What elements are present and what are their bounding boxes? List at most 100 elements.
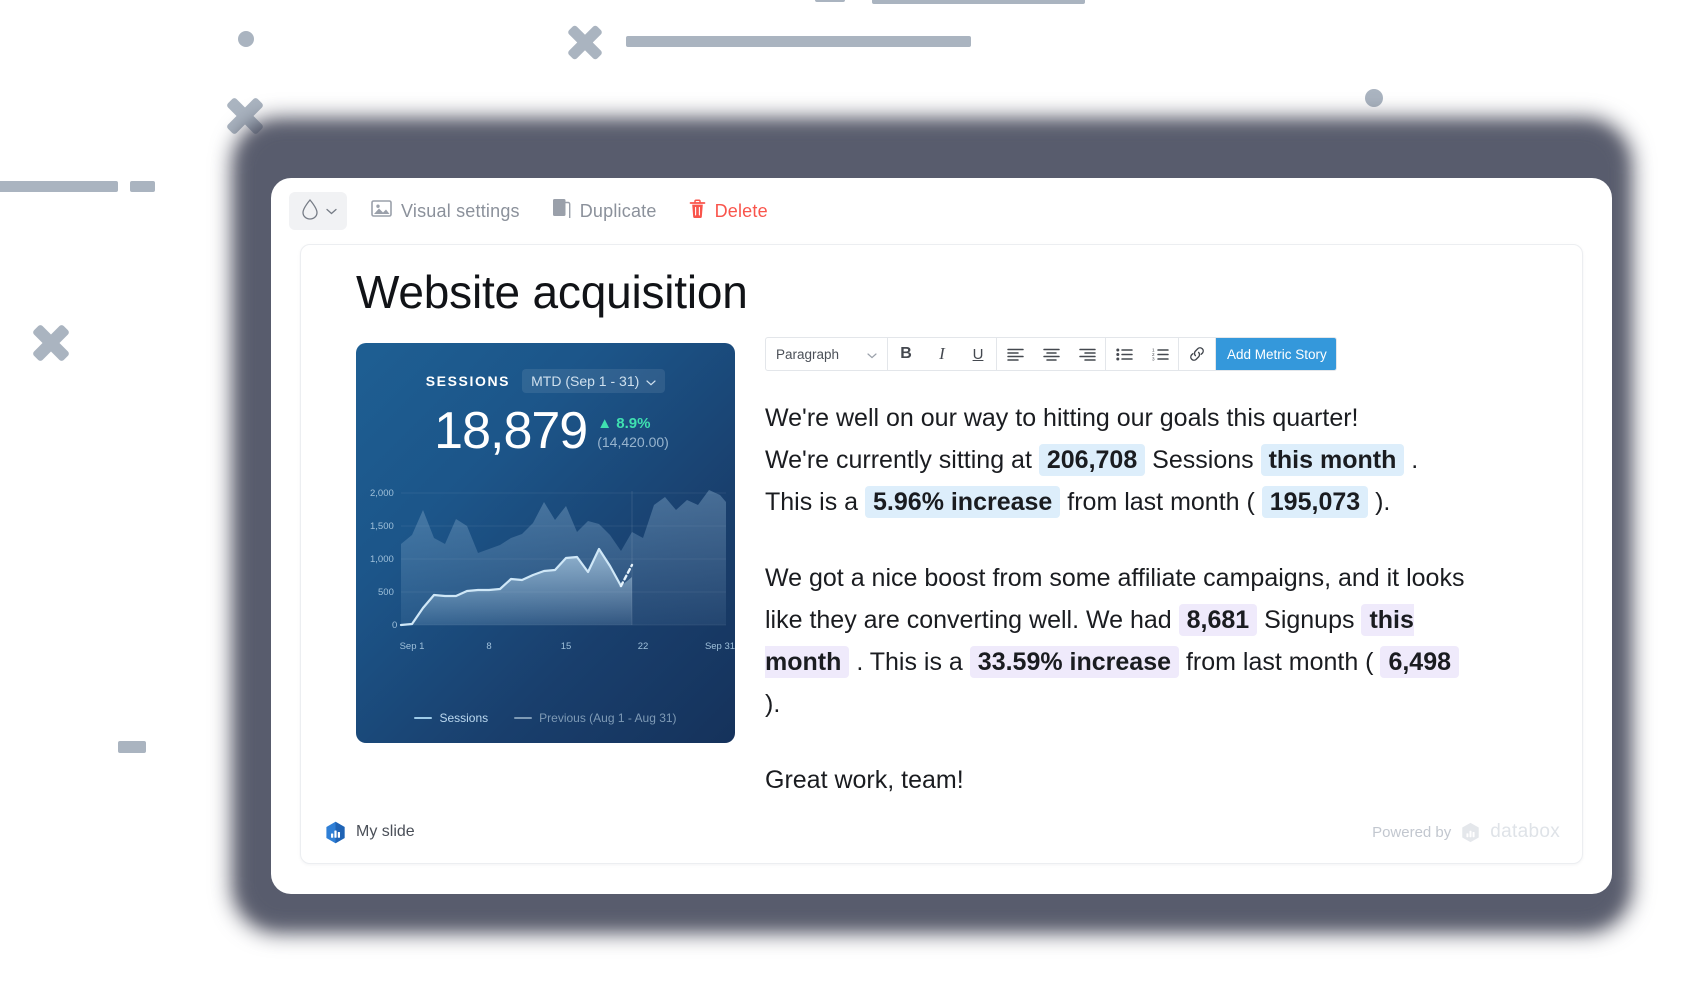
paragraph-3: Great work, team! — [765, 759, 1465, 801]
link-icon[interactable] — [1179, 338, 1215, 370]
delete-button[interactable]: Delete — [689, 198, 768, 224]
svg-text:3: 3 — [1152, 356, 1155, 360]
toolbar-group-lists: 123 — [1106, 338, 1179, 370]
metric-token-signups-total[interactable]: 8,681 — [1178, 604, 1258, 636]
legend-swatch — [414, 716, 433, 720]
legend-item-previous: Previous (Aug 1 - Aug 31) — [514, 711, 677, 725]
decorative-bar-5 — [130, 181, 155, 192]
chevron-down-icon — [646, 373, 656, 389]
decorative-bar-2 — [815, 0, 845, 2]
image-icon — [371, 199, 392, 223]
chevron-down-icon — [867, 347, 877, 362]
add-metric-story-label: Add Metric Story — [1227, 346, 1327, 362]
numbered-list-icon[interactable]: 123 — [1142, 338, 1178, 370]
decorative-bar-4 — [0, 181, 118, 192]
p2-text-d: from last month ( — [1179, 648, 1381, 676]
metric-token-increase-1[interactable]: 5.96% increase — [865, 486, 1061, 518]
p1-text-a: We're currently sitting at — [765, 446, 1039, 474]
duplicate-button[interactable]: Duplicate — [552, 198, 657, 224]
paragraph-1: We're well on our way to hitting our goa… — [765, 397, 1465, 523]
editor-panel: Visual settings Duplicate Delete Website… — [271, 178, 1612, 894]
p1-text-b: Sessions — [1145, 446, 1261, 474]
metric-token-last-month-2[interactable]: 6,498 — [1380, 646, 1460, 678]
duplicate-label: Duplicate — [579, 200, 657, 221]
decorative-cross-1 — [565, 22, 605, 62]
slide-title: Website acquisition — [356, 266, 748, 318]
metric-date-range-selector[interactable]: MTD (Sep 1 - 31) — [522, 369, 666, 393]
svg-text:2,000: 2,000 — [370, 488, 394, 499]
slide-footer: My slide Powered by databox — [301, 819, 1582, 845]
metric-token-period-1[interactable]: this month — [1260, 444, 1405, 476]
paragraph-style-select[interactable]: Paragraph — [766, 338, 887, 370]
rich-text-toolbar: Paragraph B I U 1 2 3 Add Metric Story — [765, 337, 1337, 371]
trash-icon — [689, 198, 706, 224]
legend-label: Sessions — [439, 711, 489, 725]
svg-text:Sep 31: Sep 31 — [705, 641, 735, 652]
duplicate-icon — [552, 198, 571, 224]
slide-name-label: My slide — [356, 823, 415, 840]
databox-brand-label: databox — [1490, 821, 1560, 842]
slide-card: Website acquisition SESSIONS MTD (Sep 1 … — [300, 244, 1583, 864]
svg-text:Sep 1: Sep 1 — [400, 641, 425, 652]
align-center-icon[interactable] — [1033, 338, 1069, 370]
svg-text:500: 500 — [378, 587, 394, 598]
legend-swatch — [514, 716, 533, 720]
p3-text: Great work, team! — [765, 766, 964, 794]
databox-logo-icon — [325, 821, 346, 844]
metric-token-last-month-1[interactable]: 195,073 — [1261, 486, 1369, 518]
metric-chart: 2,000 1,500 1,000 500 0 Sep 1 8 15 22 Se… — [356, 473, 735, 673]
slide-toolbar: Visual settings Duplicate Delete — [271, 178, 1612, 244]
p2-text-b: Signups — [1257, 606, 1362, 634]
metric-header: SESSIONS MTD (Sep 1 - 31) — [356, 369, 735, 393]
svg-text:22: 22 — [638, 641, 649, 652]
p1-line1: We're well on our way to hitting our goa… — [765, 404, 1359, 432]
svg-text:8: 8 — [486, 641, 491, 652]
powered-by-group: Powered by databox — [1372, 821, 1560, 843]
droplet-icon — [300, 197, 320, 226]
decorative-dot-1 — [238, 31, 254, 47]
metric-value-row: 18,879 ▲ 8.9% (14,420.00) — [356, 405, 735, 457]
decorative-bar-3 — [872, 0, 1085, 4]
svg-text:1,500: 1,500 — [370, 521, 394, 532]
databox-watermark-icon — [1461, 822, 1480, 843]
toolbar-group-link — [1179, 338, 1216, 370]
toolbar-group-align — [997, 338, 1106, 370]
toolbar-group-format: B I U — [888, 338, 997, 370]
svg-text:15: 15 — [561, 641, 572, 652]
metric-value: 18,879 — [434, 402, 588, 460]
theme-droplet-button[interactable] — [289, 192, 347, 230]
slide-body-text[interactable]: We're well on our way to hitting our goa… — [765, 397, 1465, 801]
p2-text-e: ). — [765, 690, 781, 718]
metric-comparison: ▲ 8.9% (14,420.00) — [597, 405, 669, 450]
svg-text:1,000: 1,000 — [370, 554, 394, 565]
bullet-list-icon[interactable] — [1106, 338, 1142, 370]
metric-delta: ▲ 8.9% — [597, 415, 651, 432]
align-left-icon[interactable] — [997, 338, 1033, 370]
metric-token-increase-2[interactable]: 33.59% increase — [969, 646, 1179, 678]
p1-text-e: ). — [1368, 488, 1391, 516]
text-editor: Paragraph B I U 1 2 3 Add Metric Story W… — [765, 337, 1552, 801]
metric-name: SESSIONS — [425, 373, 511, 389]
metric-chart-legend: Sessions Previous (Aug 1 - Aug 31) — [356, 711, 735, 725]
p1-text-d: from last month ( — [1060, 488, 1262, 516]
toolbar-group-style: Paragraph — [766, 338, 888, 370]
chevron-down-icon — [1336, 347, 1337, 362]
italic-button[interactable]: I — [924, 338, 960, 370]
metric-date-range-label: MTD (Sep 1 - 31) — [531, 373, 640, 389]
underline-button[interactable]: U — [960, 338, 996, 370]
legend-item-sessions: Sessions — [414, 711, 488, 725]
paragraph-2: We got a nice boost from some affiliate … — [765, 557, 1465, 725]
decorative-bar-1 — [626, 36, 971, 47]
chevron-down-icon — [325, 202, 337, 220]
decorative-cross-3 — [30, 322, 72, 364]
visual-settings-button[interactable]: Visual settings — [371, 199, 520, 223]
powered-by-label: Powered by — [1372, 823, 1452, 841]
paragraph-style-label: Paragraph — [776, 346, 840, 362]
metric-token-sessions-total[interactable]: 206,708 — [1038, 444, 1146, 476]
add-metric-story-button[interactable]: Add Metric Story — [1216, 338, 1337, 370]
metric-visualization-card[interactable]: SESSIONS MTD (Sep 1 - 31) 18,879 ▲ 8.9% … — [356, 343, 735, 743]
bold-button[interactable]: B — [888, 338, 924, 370]
delete-label: Delete — [714, 200, 768, 221]
svg-text:0: 0 — [392, 620, 397, 631]
align-right-icon[interactable] — [1069, 338, 1105, 370]
